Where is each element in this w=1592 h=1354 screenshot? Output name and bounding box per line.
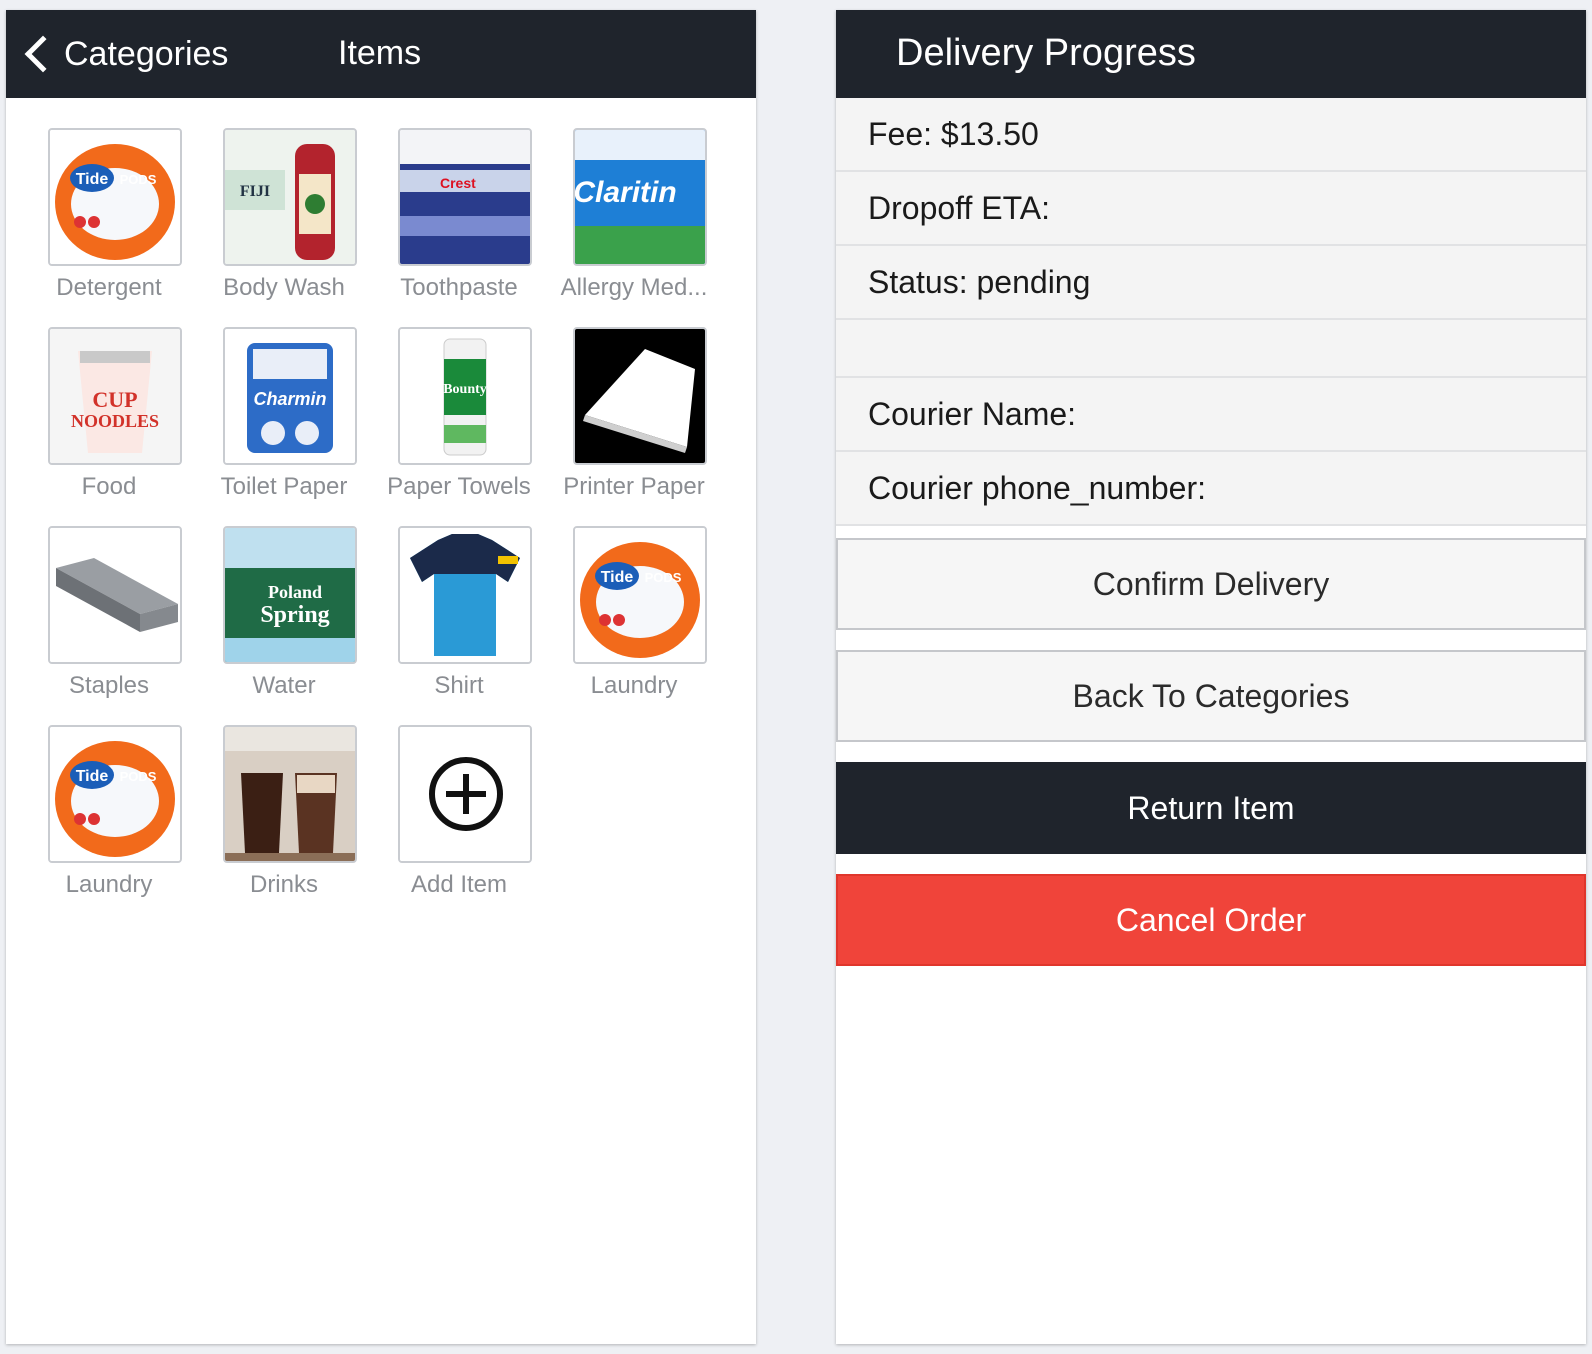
status-row: Status: pending (836, 246, 1586, 320)
water-image: Poland Spring (223, 526, 357, 664)
item-label: Detergent (56, 274, 162, 301)
item-label: Printer Paper (563, 473, 705, 500)
item-label: Laundry (65, 871, 153, 898)
item-toothpaste[interactable]: Crest Toothpaste (386, 128, 562, 318)
add-item-tile (398, 725, 532, 863)
svg-text:Tide: Tide (601, 569, 634, 586)
item-drinks[interactable]: Drinks (211, 725, 387, 915)
back-label: Categories (64, 34, 229, 73)
item-label: Toothpaste (400, 274, 518, 301)
courier-name-row: Courier Name: (836, 378, 1586, 452)
return-item-button[interactable]: Return Item (836, 762, 1586, 854)
delivery-info-list: Fee: $13.50 Dropoff ETA: Status: pending… (836, 98, 1586, 526)
body-wash-image: FIJI (223, 128, 357, 266)
page-title: Items (338, 34, 422, 72)
back-to-categories-button[interactable]: Back To Categories (836, 650, 1586, 742)
item-food[interactable]: CUP NOODLES Food (36, 327, 212, 517)
svg-text:Crest: Crest (440, 175, 476, 191)
item-staples[interactable]: Staples (36, 526, 212, 716)
item-label: Allergy Med... (560, 274, 708, 301)
laundry-image: Tide PODS (573, 526, 707, 664)
item-water[interactable]: Poland Spring Water (211, 526, 387, 716)
confirm-delivery-button[interactable]: Confirm Delivery (836, 538, 1586, 630)
svg-text:CUP: CUP (92, 387, 137, 412)
staples-image (48, 526, 182, 664)
cancel-order-button[interactable]: Cancel Order (836, 874, 1586, 966)
back-to-categories-link[interactable]: Categories (20, 30, 228, 78)
item-label: Drinks (249, 871, 318, 898)
item-allergy-med[interactable]: Claritin Allergy Med... (561, 128, 737, 318)
svg-text:PODS: PODS (120, 769, 157, 784)
svg-text:Spring: Spring (260, 602, 329, 628)
item-printer-paper[interactable]: Printer Paper (561, 327, 737, 517)
item-detergent[interactable]: Tide PODS Detergent (36, 128, 212, 318)
svg-text:NOODLES: NOODLES (71, 411, 159, 431)
item-laundry-2[interactable]: Tide PODS Laundry (36, 725, 212, 915)
add-item-button[interactable]: Add Item (386, 725, 562, 915)
delivery-progress-screen: Delivery Progress Fee: $13.50 Dropoff ET… (836, 10, 1586, 1344)
toothpaste-image: Crest (398, 128, 532, 266)
item-label: Shirt (434, 672, 484, 699)
page-title: Delivery Progress (896, 32, 1196, 74)
svg-text:PODS: PODS (120, 172, 157, 187)
svg-text:FIJI: FIJI (240, 183, 270, 200)
food-image: CUP NOODLES (48, 327, 182, 465)
drinks-image (223, 725, 357, 863)
toilet-paper-image: Charmin (223, 327, 357, 465)
item-label: Toilet Paper (220, 473, 348, 500)
item-body-wash[interactable]: FIJI Body Wash (211, 128, 387, 318)
svg-text:Poland: Poland (268, 582, 322, 602)
items-navbar: Categories Items (6, 10, 756, 98)
detergent-image: Tide PODS (48, 128, 182, 266)
allergy-med-image: Claritin (573, 128, 707, 266)
item-shirt[interactable]: Shirt (386, 526, 562, 716)
chevron-left-icon (24, 35, 62, 73)
item-toilet-paper[interactable]: Charmin Toilet Paper (211, 327, 387, 517)
item-label: Food (81, 473, 137, 500)
add-item-label: Add Item (410, 871, 508, 898)
item-label: Water (252, 672, 316, 699)
item-label: Body Wash (223, 274, 345, 301)
courier-phone-row: Courier phone_number: (836, 452, 1586, 526)
laundry-image: Tide PODS (48, 725, 182, 863)
delivery-navbar: Delivery Progress (836, 10, 1586, 98)
item-label: Laundry (590, 672, 678, 699)
shirt-image (398, 526, 532, 664)
svg-text:Charmin: Charmin (253, 389, 326, 409)
empty-row (836, 320, 1586, 378)
item-laundry[interactable]: Tide PODS Laundry (561, 526, 737, 716)
fee-row: Fee: $13.50 (836, 98, 1586, 172)
item-label: Staples (68, 672, 150, 699)
item-label: Paper Towels (387, 473, 531, 500)
svg-text:Tide: Tide (76, 171, 109, 188)
paper-towels-image: Bounty (398, 327, 532, 465)
item-paper-towels[interactable]: Bounty Paper Towels (386, 327, 562, 517)
svg-text:PODS: PODS (645, 570, 682, 585)
items-screen: Categories Items Tide PODS Detergent FIJI… (6, 10, 756, 1344)
svg-text:Tide: Tide (76, 768, 109, 785)
plus-circle-icon (400, 727, 530, 861)
dropoff-eta-row: Dropoff ETA: (836, 172, 1586, 246)
printer-paper-image (573, 327, 707, 465)
svg-text:Claritin: Claritin (575, 176, 677, 209)
svg-text:Bounty: Bounty (443, 382, 487, 397)
